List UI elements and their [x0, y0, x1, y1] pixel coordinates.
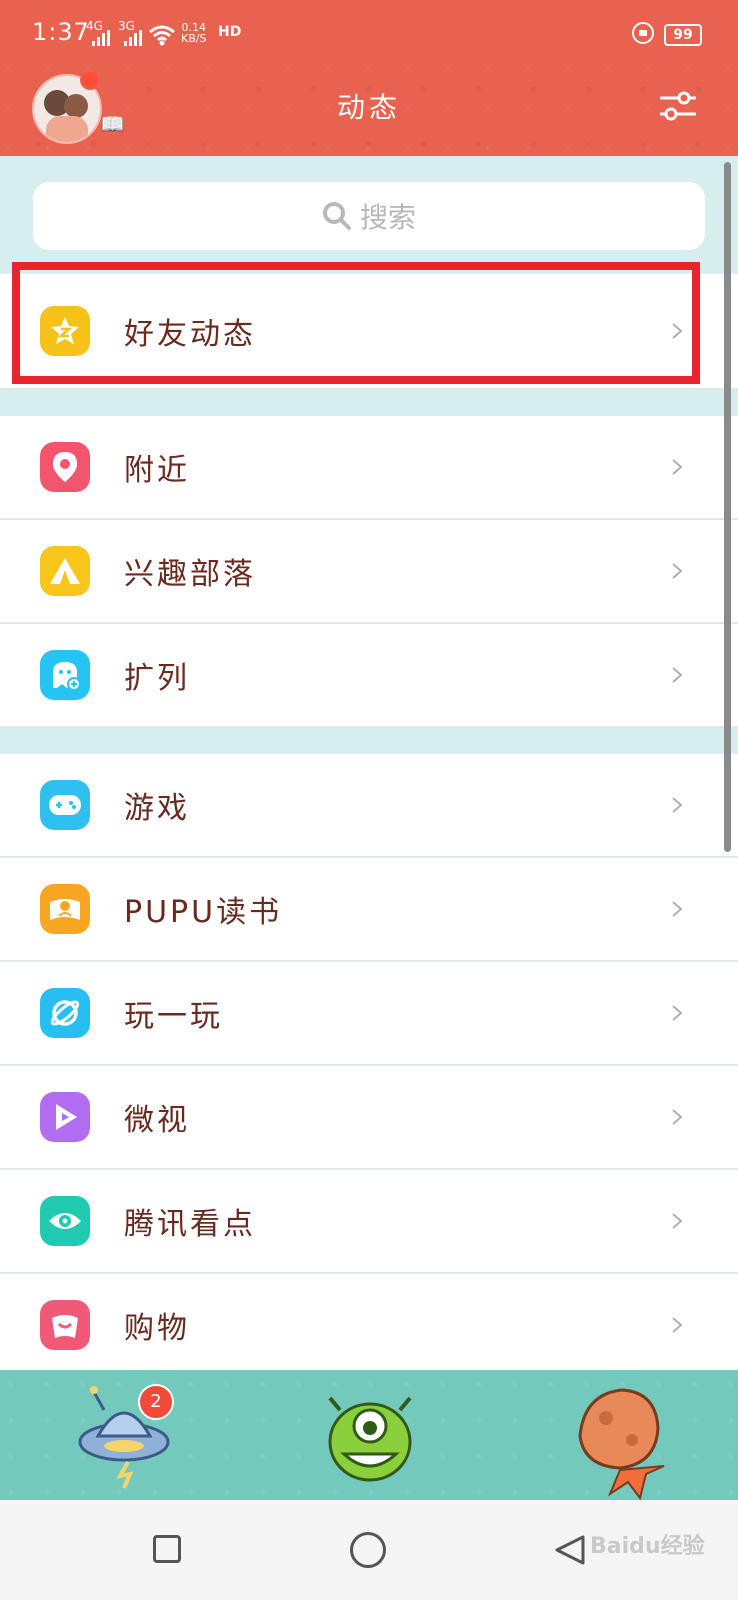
- list-item[interactable]: 购物: [0, 1274, 738, 1378]
- list-item-label: 购物: [124, 1311, 190, 1346]
- ghost-add-icon: [40, 650, 90, 700]
- chevron-right-icon: [672, 459, 683, 475]
- chevron-right-icon: [672, 1213, 683, 1229]
- message-badge: 2: [138, 1384, 174, 1420]
- tab-contacts[interactable]: [310, 1370, 430, 1500]
- battery-indicator: 99: [664, 24, 702, 46]
- section-gap: [0, 728, 738, 754]
- chevron-right-icon: [672, 1109, 683, 1125]
- book-icon: [40, 884, 90, 934]
- list-item[interactable]: 游戏: [0, 754, 738, 858]
- chevron-right-icon: [672, 563, 683, 579]
- list-item-label: 玩一玩: [124, 999, 223, 1034]
- rotation-lock-icon: [632, 22, 654, 44]
- location-pin-icon: [40, 442, 90, 492]
- wifi-icon: [149, 25, 175, 46]
- gamepad-icon: [40, 780, 90, 830]
- tent-icon: [40, 546, 90, 596]
- scrollbar[interactable]: [724, 162, 731, 852]
- list-item[interactable]: 兴趣部落: [0, 520, 738, 624]
- shopping-bag-icon: [40, 1300, 90, 1350]
- list-item-label: PUPU读书: [124, 895, 283, 930]
- net-speed: 0.14 KB/S: [181, 21, 207, 45]
- bottom-tab-bar: 2: [0, 1370, 738, 1501]
- list-item[interactable]: 扩列: [0, 624, 738, 728]
- chevron-right-icon: [672, 1317, 683, 1333]
- filter-settings-icon[interactable]: [658, 86, 698, 126]
- tab-dynamic[interactable]: [560, 1370, 680, 1501]
- section-gap: [0, 390, 738, 416]
- search-icon: [322, 202, 351, 230]
- signal-bars-icon: [92, 30, 110, 46]
- home-button[interactable]: [350, 1532, 386, 1568]
- list-item-label: 好友动态: [124, 317, 256, 352]
- chevron-right-icon: [672, 797, 683, 813]
- chevron-right-icon: [672, 323, 683, 339]
- play-icon: [40, 1092, 90, 1142]
- search-area: 搜索: [0, 156, 738, 274]
- hd-voice-icon: HD: [218, 24, 242, 40]
- list-item-label: 扩列: [124, 661, 190, 696]
- app-header: 📖 动态: [0, 56, 738, 156]
- list-item-label: 附近: [124, 453, 190, 488]
- search-placeholder: 搜索: [359, 201, 416, 234]
- feature-list: 好友动态附近兴趣部落扩列游戏 PUPU读书 玩一玩微视腾讯看点购物: [0, 274, 738, 1378]
- recent-apps-button[interactable]: [153, 1535, 181, 1563]
- eye-icon: [40, 1196, 90, 1246]
- list-item[interactable]: 附近: [0, 416, 738, 520]
- status-bar: 1:37 4G 3G 0.14 KB/S HD 99: [0, 0, 738, 56]
- rock-tab-icon: [578, 1388, 665, 1501]
- list-item[interactable]: 玩一玩: [0, 962, 738, 1066]
- page-title: 动态: [336, 91, 401, 124]
- system-nav-bar: Baidu经验: [0, 1500, 738, 1600]
- planet-icon: [40, 988, 90, 1038]
- list-item-label: 微视: [124, 1103, 190, 1138]
- list-item[interactable]: 好友动态: [0, 274, 738, 390]
- list-item-label: 腾讯看点: [124, 1207, 256, 1242]
- chevron-right-icon: [672, 667, 683, 683]
- star-icon: [40, 306, 90, 356]
- search-input[interactable]: 搜索: [33, 182, 705, 250]
- list-item-label: 游戏: [124, 791, 190, 826]
- chevron-right-icon: [672, 1005, 683, 1021]
- list-item[interactable]: 腾讯看点: [0, 1170, 738, 1274]
- back-triangle-icon[interactable]: [553, 1533, 587, 1567]
- list-item[interactable]: 微视: [0, 1066, 738, 1170]
- chevron-right-icon: [672, 901, 683, 917]
- watermark: Baidu经验: [590, 1534, 705, 1559]
- alien-tab-icon: [328, 1396, 412, 1482]
- status-time: 1:37: [32, 18, 90, 46]
- list-item-label: 兴趣部落: [124, 557, 256, 592]
- signal-bars-2-icon: [124, 30, 142, 46]
- list-item[interactable]: PUPU读书: [0, 858, 738, 962]
